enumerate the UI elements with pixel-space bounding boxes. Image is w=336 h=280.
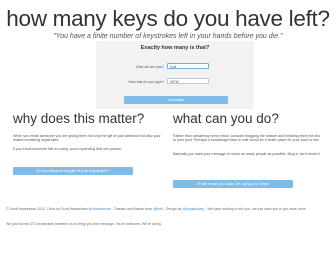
wpm-label: How fast do you type?: [128, 80, 164, 84]
deserve-gift-button[interactable]: Do you deserve my gift of your keystroke…: [13, 167, 133, 175]
what-paragraph-2: Basically you want your message to reach…: [173, 152, 321, 156]
why-paragraph-1: When you email someone you are giving th…: [13, 134, 161, 143]
why-paragraph-2: If you email someone like so many, you'r…: [13, 147, 123, 151]
footer-link-jongalloway[interactable]: @jongalloway: [182, 207, 204, 211]
calculator-form: Exactly how many is that? How old are yo…: [96, 41, 254, 109]
footer-credits: © Scott Hanselman 2012. Code by Scott Ha…: [6, 207, 330, 211]
why-heading: why does this matter?: [13, 111, 145, 126]
still-email-button[interactable]: I'll still email you back, I'm using you…: [173, 180, 293, 188]
footer-text-4: - We have nothing to sell you, we just w…: [204, 207, 307, 211]
footer-keystroke-note: We just burned 272 keystrokes between us…: [6, 222, 162, 226]
page-title: how many keys do you have left?: [6, 6, 330, 31]
footer-link-shanselman[interactable]: @shanselman: [89, 207, 111, 211]
age-label: How old are you?: [136, 65, 164, 69]
footer-link-jbell[interactable]: @jbell: [153, 207, 163, 211]
calculate-button[interactable]: Calculate: [124, 96, 228, 104]
footer-text-2: - Tweaks and thanks from: [110, 207, 153, 211]
page-subtitle: "You have a finite number of keystrokes …: [53, 33, 283, 40]
what-heading: what can you do?: [173, 111, 279, 126]
footer-text-3: - Design by: [162, 207, 183, 211]
what-paragraph-1: Rather than answering every email, consi…: [173, 134, 321, 143]
footer-text-1: © Scott Hanselman 2012. Code by Scott Ha…: [6, 207, 89, 211]
form-heading: Exactly how many is that?: [140, 45, 210, 51]
wpm-input[interactable]: WPM: [167, 78, 209, 84]
age-input[interactable]: Null: [167, 63, 209, 69]
